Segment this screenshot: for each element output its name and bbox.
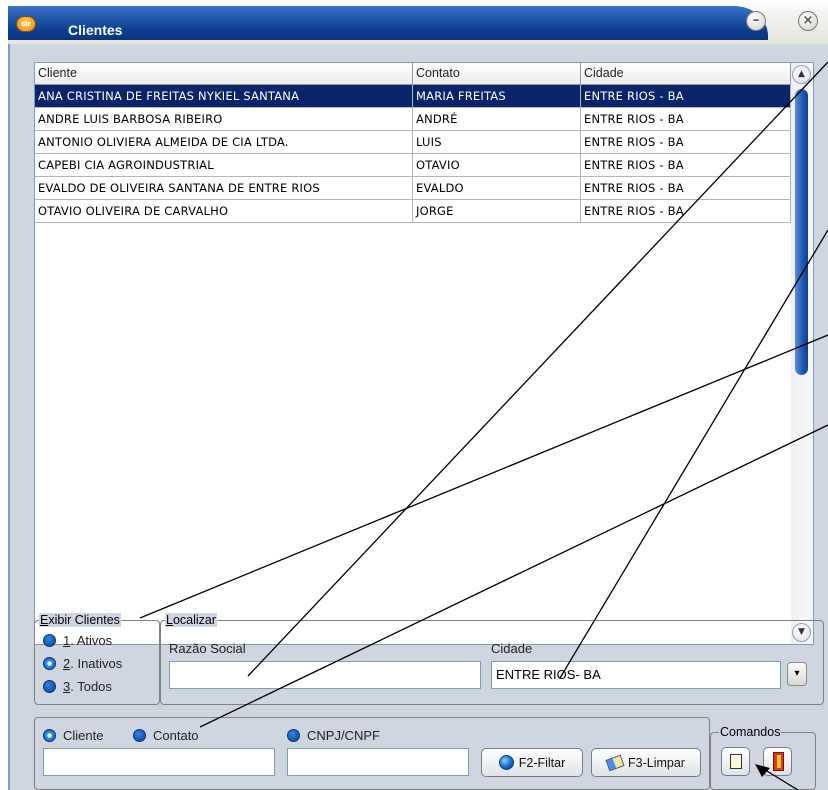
cell-contato: EVALDO: [413, 177, 581, 200]
table-row[interactable]: CAPEBI CIA AGROINDUSTRIAL OTAVIO ENTRE RIO…: [35, 154, 791, 177]
radio-search-cliente[interactable]: Cliente: [43, 728, 103, 743]
radio-search-cnpj[interactable]: CNPJ/CNPF: [287, 728, 380, 743]
radio-dot-icon: [133, 729, 146, 742]
radio-todos[interactable]: 3. Todos: [43, 679, 112, 694]
exit-door-icon: [773, 752, 784, 771]
search-field-primary[interactable]: [43, 748, 275, 776]
cell-cidade: ENTRE RIOS - BA: [581, 200, 791, 223]
radio-dot-icon: [287, 729, 300, 742]
localizar-legend: Localizar: [165, 613, 218, 627]
cell-cliente: ANDRE LUIS BARBOSA RIBEIRO: [35, 108, 413, 131]
app-icon[interactable]: sir: [16, 16, 36, 32]
minimize-button[interactable]: –: [746, 11, 766, 31]
radio-dot-icon: [43, 634, 56, 647]
localizar-group: Localizar Razão Social Cidade ENTRE RIOS…: [160, 613, 824, 705]
table-row[interactable]: ANA CRISTINA DE FREITAS NYKIEL SANTANA MA…: [35, 85, 791, 108]
clientes-window: sir Clientes – × Cliente Contato Cidade …: [8, 0, 828, 790]
exit-button[interactable]: [763, 747, 792, 776]
table-row[interactable]: EVALDO DE OLIVEIRA SANTANA DE ENTRE RIOS…: [35, 177, 791, 200]
window-title: Clientes: [68, 22, 123, 38]
clear-button[interactable]: F3-Limpar: [591, 748, 701, 777]
cell-cliente: EVALDO DE OLIVEIRA SANTANA DE ENTRE RIOS: [35, 177, 413, 200]
razao-social-input[interactable]: [169, 661, 481, 689]
globe-icon: [498, 755, 514, 770]
cell-contato: LUIS: [413, 131, 581, 154]
window-content: Cliente Contato Cidade ANA CRISTINA DE F…: [8, 44, 828, 790]
cell-cidade: ENTRE RIOS - BA: [581, 131, 791, 154]
cell-contato: MARIA FREITAS: [413, 85, 581, 108]
cidade-input[interactable]: ENTRE RIOS- BA: [491, 661, 781, 689]
exibir-clientes-group: Exibir Clientes 1. Ativos 2. Inativos 3.…: [34, 613, 160, 705]
cidade-dropdown-button[interactable]: ▾: [787, 662, 807, 686]
close-button[interactable]: ×: [798, 11, 818, 31]
cell-contato: JORGE: [413, 200, 581, 223]
title-bar[interactable]: sir Clientes – ×: [8, 0, 828, 44]
comandos-group: Comandos: [710, 725, 816, 790]
cell-contato: ANDRÉ: [413, 108, 581, 131]
scroll-up-button[interactable]: ▲: [792, 65, 811, 84]
new-record-button[interactable]: [721, 747, 750, 776]
radio-inativos[interactable]: 2. Inativos: [43, 656, 122, 671]
vertical-scrollbar[interactable]: ▲ ▼: [791, 63, 813, 644]
cidade-label: Cidade: [491, 641, 533, 656]
cell-cidade: ENTRE RIOS - BA: [581, 177, 791, 200]
razao-social-label: Razão Social: [169, 641, 246, 656]
title-tab: sir Clientes: [8, 6, 768, 40]
clients-grid[interactable]: Cliente Contato Cidade ANA CRISTINA DE F…: [34, 62, 814, 645]
filter-button[interactable]: F2-Filtar: [481, 748, 583, 777]
radio-dot-icon: [43, 680, 56, 693]
cell-contato: OTAVIO: [413, 154, 581, 177]
column-header-contato[interactable]: Contato: [413, 63, 581, 85]
cell-cidade: ENTRE RIOS - BA: [581, 85, 791, 108]
cell-cliente: ANA CRISTINA DE FREITAS NYKIEL SANTANA: [35, 85, 413, 108]
table-row[interactable]: OTAVIO OLIVEIRA DE CARVALHO JORGE ENTRE RI…: [35, 200, 791, 223]
radio-search-contato[interactable]: Contato: [133, 728, 199, 743]
chevron-down-icon: ▾: [794, 668, 800, 679]
cell-cidade: ENTRE RIOS - BA: [581, 108, 791, 131]
cell-cliente: CAPEBI CIA AGROINDUSTRIAL: [35, 154, 413, 177]
search-field-secondary[interactable]: [287, 748, 469, 776]
cell-cliente: ANTONIO OLIVIERA ALMEIDA DE CIA LTDA.: [35, 131, 413, 154]
radio-dot-selected-icon: [43, 657, 56, 670]
cell-cliente: OTAVIO OLIVEIRA DE CARVALHO: [35, 200, 413, 223]
grid-header: Cliente Contato Cidade: [35, 63, 791, 85]
column-header-cidade[interactable]: Cidade: [581, 63, 791, 85]
table-row[interactable]: ANTONIO OLIVIERA ALMEIDA DE CIA LTDA. LUI…: [35, 131, 791, 154]
exibir-clientes-legend: Exibir Clientes: [39, 613, 121, 627]
radio-dot-selected-icon: [43, 729, 56, 742]
search-group: Cliente Contato CNPJ/CNPF F2-Filtar F3-L…: [34, 717, 710, 790]
radio-ativos[interactable]: 1. Ativos: [43, 633, 112, 648]
eraser-icon: [605, 754, 625, 771]
new-document-icon: [730, 754, 742, 769]
cell-cidade: ENTRE RIOS - BA: [581, 154, 791, 177]
table-row[interactable]: ANDRE LUIS BARBOSA RIBEIRO ANDRÉ ENTRE RIO…: [35, 108, 791, 131]
column-header-cliente[interactable]: Cliente: [35, 63, 413, 85]
scroll-thumb[interactable]: [795, 89, 808, 375]
comandos-legend: Comandos: [719, 725, 782, 739]
